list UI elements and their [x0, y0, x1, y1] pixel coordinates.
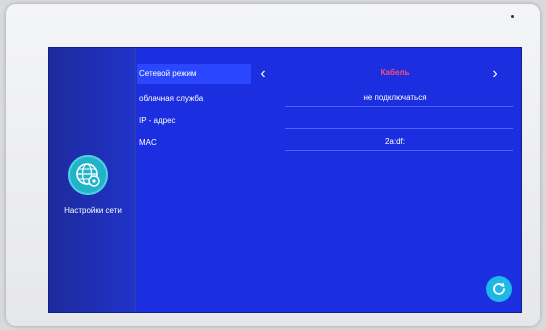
ip-address-row[interactable]: IP - адрес [135, 111, 519, 131]
sidebar-label[interactable]: Настройки сети [53, 206, 133, 215]
field-underline [285, 128, 513, 129]
network-settings-icon[interactable] [68, 155, 108, 195]
chevron-left-icon[interactable]: ‹ [255, 64, 271, 84]
network-mode-row[interactable]: Сетевой режим ‹ Кабель › [135, 64, 519, 84]
refresh-button[interactable] [486, 276, 512, 302]
network-mode-label: Сетевой режим [139, 69, 197, 78]
refresh-icon [493, 282, 505, 295]
cloud-service-value: не подключаться [363, 93, 427, 102]
field-underline [285, 106, 513, 107]
mac-value: 2a:df: [384, 137, 405, 146]
camera-dot [511, 15, 514, 18]
display-screen: Настройки сети Сетевой режим ‹ Кабель › … [48, 47, 522, 313]
mac-label: MAC [139, 138, 157, 147]
ip-address-label: IP - адрес [139, 116, 176, 125]
chevron-right-icon[interactable]: › [487, 64, 503, 84]
sidebar: Настройки сети [49, 48, 136, 312]
globe-gear-icon [76, 163, 100, 187]
field-underline [285, 150, 513, 151]
cloud-service-label: облачная служба [139, 94, 204, 103]
network-mode-value: Кабель [380, 68, 410, 77]
mac-row[interactable]: MAC 2a:df: [135, 133, 519, 153]
cloud-service-row[interactable]: облачная служба не подключаться [135, 89, 519, 109]
